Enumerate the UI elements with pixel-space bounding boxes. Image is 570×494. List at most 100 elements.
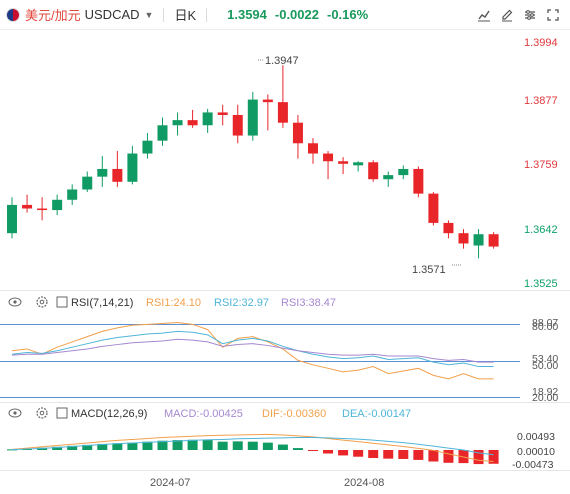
- macd-bar: [187, 439, 198, 450]
- candle-body: [443, 222, 454, 234]
- macd-indicator-name[interactable]: MACD(12,26,9): [71, 408, 147, 420]
- macd-axis: 0.00493 0.00010 -0.00473: [512, 431, 555, 471]
- low-annotation: 1.3571: [412, 264, 462, 276]
- candle: [37, 197, 48, 221]
- candle-body: [217, 112, 228, 115]
- candle: [292, 114, 303, 159]
- macd-bar: [353, 450, 364, 457]
- candle-body: [142, 140, 153, 154]
- macd-bar: [232, 441, 243, 450]
- settings-gear-icon[interactable]: [36, 296, 48, 308]
- candle: [488, 232, 499, 249]
- rsi-levels: 88.07 80.00 53.40 50.00 18.92 20.00: [0, 317, 558, 404]
- macd-bar: [323, 450, 334, 454]
- candle: [338, 157, 349, 175]
- macd-tick: 0.00493: [517, 431, 555, 443]
- candle: [323, 150, 334, 180]
- candle: [232, 104, 243, 144]
- candle: [142, 132, 153, 159]
- candle: [217, 104, 228, 126]
- candle-body: [232, 114, 243, 136]
- dea-value: DEA:-0.00147: [342, 408, 411, 420]
- macd-bar: [292, 448, 303, 450]
- candle-body: [7, 204, 17, 234]
- candle: [67, 184, 78, 205]
- dif-value: DIF:-0.00360: [262, 408, 326, 420]
- candle: [7, 197, 17, 239]
- candle-body: [458, 233, 469, 244]
- close-icon[interactable]: [56, 296, 68, 308]
- macd-tick: -0.00473: [512, 459, 554, 471]
- candle: [428, 192, 439, 226]
- rsi1-line: [11, 322, 494, 380]
- rsi-level-label: 50.00: [532, 360, 558, 372]
- rsi-series: [11, 322, 494, 380]
- macd-tick: 0.00010: [517, 446, 555, 458]
- visibility-toggle-icon[interactable]: [8, 408, 22, 418]
- candle: [277, 65, 288, 128]
- candle-body: [277, 102, 288, 123]
- macd-bar: [413, 450, 424, 460]
- candle: [97, 156, 108, 187]
- rsi-indicator-name[interactable]: RSI(7,14,21): [71, 297, 133, 309]
- date-tick: 2024-07: [150, 477, 190, 489]
- candle-body: [262, 99, 273, 103]
- candle: [22, 194, 33, 213]
- candle: [157, 117, 168, 146]
- candle-body: [82, 176, 93, 190]
- candle: [368, 160, 379, 182]
- macd-bar: [398, 450, 409, 459]
- high-label: 1.3947: [265, 55, 299, 67]
- macd-bar: [338, 450, 349, 456]
- candle-body: [187, 120, 198, 126]
- candle-body: [308, 143, 318, 154]
- macd-bar: [247, 441, 258, 450]
- rsi-header: RSI(7,14,21) RSI1:24.10 RSI2:32.97 RSI3:…: [8, 296, 336, 309]
- macd-bar: [443, 450, 454, 463]
- time-axis: 2024-07 2024-08: [150, 477, 384, 489]
- macd-header: MACD(12,26,9) MACD:-0.00425 DIF:-0.00360…: [8, 407, 411, 420]
- candle: [202, 108, 213, 133]
- macd-bar: [202, 440, 213, 450]
- rsi-level-label: 20.00: [532, 392, 558, 404]
- price-tick: 1.3994: [524, 37, 558, 49]
- candle-body: [413, 168, 424, 194]
- candle: [473, 229, 484, 259]
- candle: [112, 150, 123, 187]
- rsi1-value: RSI1:24.10: [146, 297, 201, 309]
- macd-bar: [262, 442, 273, 450]
- close-icon[interactable]: [56, 407, 68, 419]
- macd-bar: [428, 450, 439, 462]
- candle: [413, 166, 424, 198]
- candle: [458, 229, 469, 249]
- candle: [398, 165, 409, 180]
- candle-body: [172, 120, 183, 126]
- candle: [52, 194, 63, 216]
- macd-value: MACD:-0.00425: [164, 408, 243, 420]
- visibility-toggle-icon[interactable]: [8, 297, 22, 307]
- price-tick: 1.3642: [524, 224, 558, 236]
- high-annotation: 1.3947: [258, 55, 299, 67]
- candle-body: [383, 175, 394, 180]
- candle-body: [473, 234, 484, 246]
- low-label: 1.3571: [412, 264, 446, 276]
- candle: [127, 145, 138, 185]
- candle: [383, 171, 394, 187]
- price-tick: 1.3877: [524, 95, 558, 107]
- price-axis: 1.3994 1.3877 1.3759 1.3642 1.3525: [524, 37, 558, 290]
- candle-body: [247, 99, 258, 136]
- settings-gear-icon[interactable]: [36, 407, 48, 419]
- chart-canvas[interactable]: 1.3994 1.3877 1.3759 1.3642 1.3525 1.394…: [0, 0, 570, 494]
- candle-body: [488, 234, 499, 247]
- candle-body: [428, 193, 439, 223]
- candlestick-series: [7, 65, 499, 259]
- macd-bar: [127, 442, 138, 450]
- macd-bar: [277, 444, 288, 450]
- candle-body: [353, 162, 364, 166]
- macd-bar: [217, 441, 228, 450]
- candle-body: [112, 168, 123, 182]
- date-tick: 2024-08: [344, 477, 384, 489]
- candle-body: [202, 112, 213, 126]
- candle-body: [37, 208, 48, 211]
- candle: [443, 220, 454, 239]
